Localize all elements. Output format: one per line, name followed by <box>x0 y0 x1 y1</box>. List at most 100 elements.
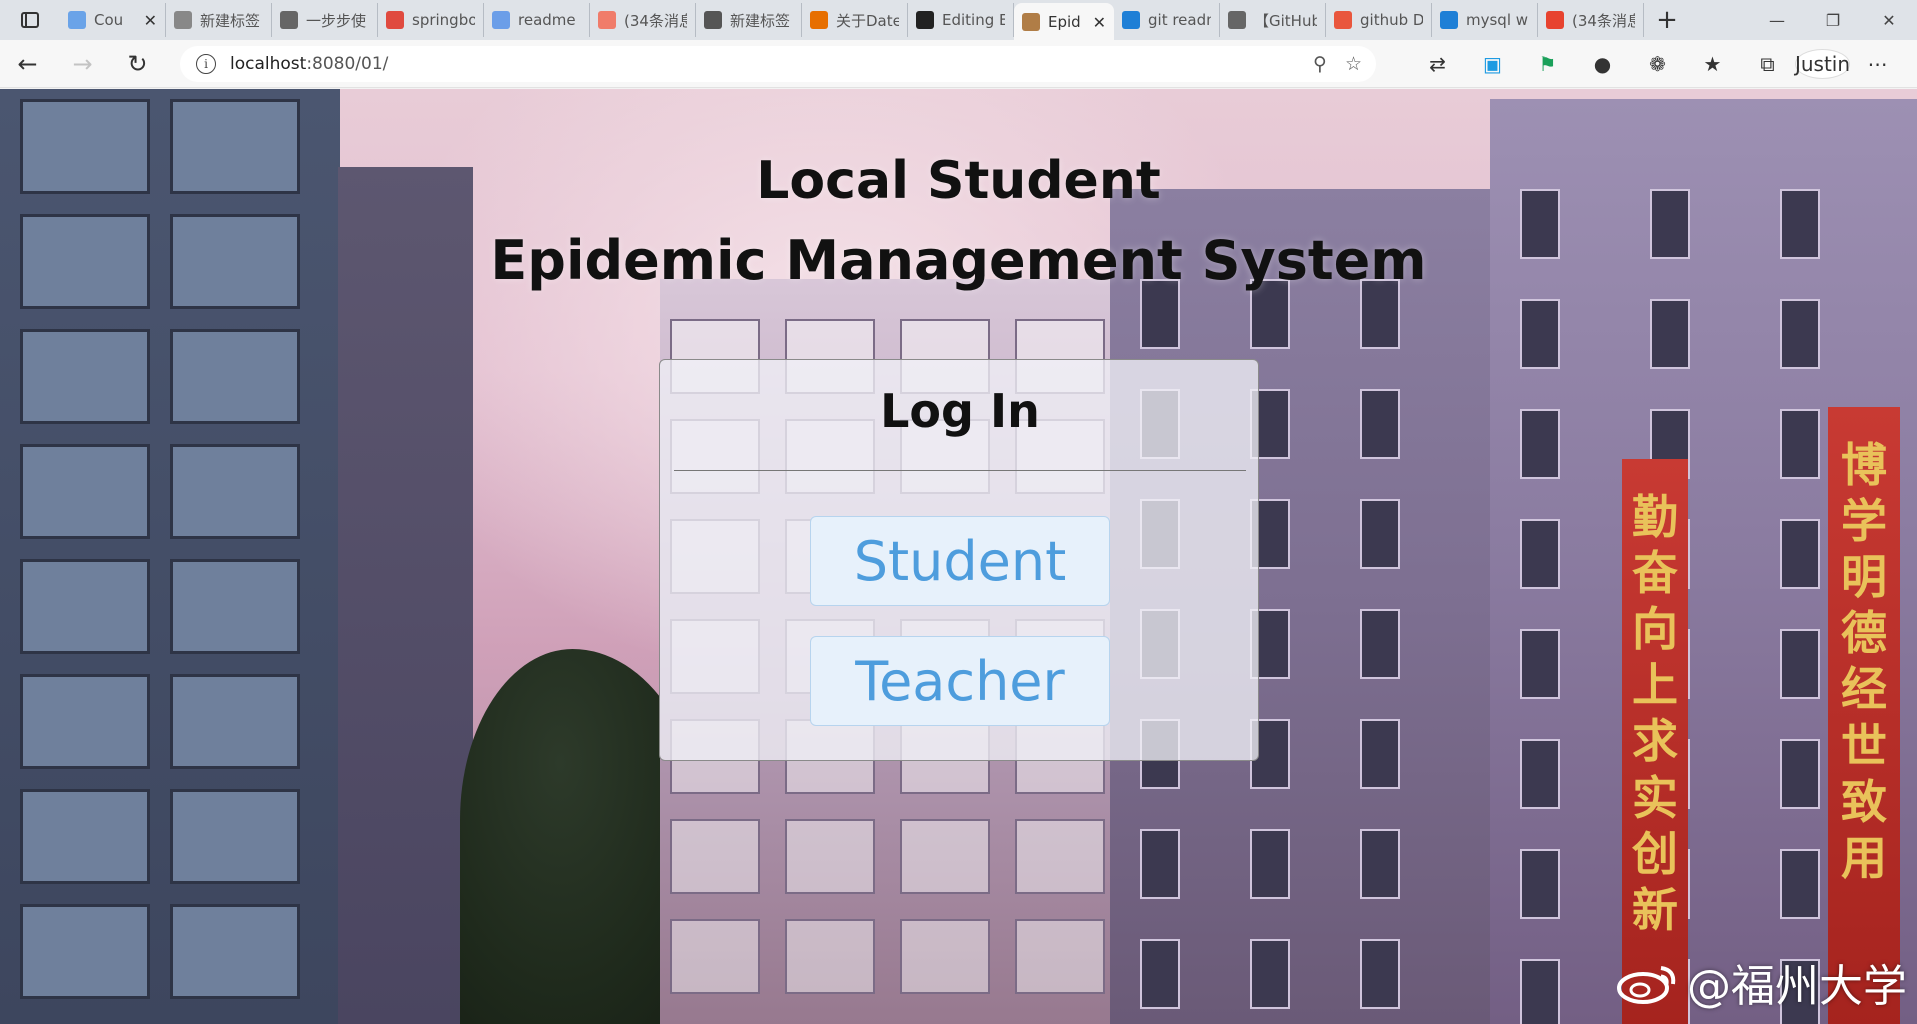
new-tab-button[interactable]: + <box>1644 0 1690 40</box>
address-bar[interactable]: i localhost:8080/01/ ⚲ ☆ <box>180 46 1376 82</box>
tab-0[interactable]: Cou ✕ <box>60 3 166 37</box>
building-window <box>20 444 150 539</box>
bilibili-extension-icon[interactable]: ▣ <box>1465 52 1520 76</box>
banner-char: 新 <box>1632 882 1678 937</box>
building-window <box>20 789 150 884</box>
tab-11[interactable]: 【GitHub <box>1220 3 1326 37</box>
tab-2[interactable]: 一步步使 <box>272 3 378 37</box>
yuque-icon <box>1228 11 1246 29</box>
game-extension-icon[interactable]: ● <box>1575 52 1630 76</box>
tab-label: 新建标签 <box>730 11 791 30</box>
tab-actions-button[interactable] <box>0 0 60 40</box>
building-window <box>170 789 300 884</box>
building-window <box>1360 499 1400 569</box>
github-icon <box>916 11 934 29</box>
tab-label: springbo <box>412 11 475 29</box>
banner-char: 博 <box>1841 438 1887 492</box>
url-host: localhost <box>230 54 307 74</box>
refresh-icon[interactable]: ↻ <box>110 40 165 88</box>
bing-icon <box>492 11 510 29</box>
url-text[interactable]: localhost:8080/01/ <box>230 54 388 74</box>
translate-extension-icon[interactable]: ⇄ <box>1410 52 1465 76</box>
building-window <box>1520 519 1560 589</box>
close-tab-icon[interactable]: ✕ <box>144 11 157 30</box>
building-window <box>1360 939 1400 1009</box>
tab-8[interactable]: Editing E <box>908 3 1014 37</box>
tab-4[interactable]: readme <box>484 3 590 37</box>
tab-label: (34条消息 <box>1572 11 1635 30</box>
tab-label: 新建标签 <box>200 11 261 30</box>
building-window <box>1780 629 1820 699</box>
building-window <box>1360 389 1400 459</box>
building-window <box>1520 629 1560 699</box>
left-brick-building <box>338 167 473 1024</box>
tab-6[interactable]: 新建标签 <box>696 3 802 37</box>
page-title-line2: Epidemic Management System <box>490 229 1427 292</box>
banner-char: 明 <box>1841 550 1887 605</box>
forward-icon[interactable]: → <box>55 40 110 88</box>
green-flag-extension-icon[interactable]: ⚑ <box>1520 52 1575 76</box>
page-title-line1: Local Student <box>756 151 1161 211</box>
balcony <box>900 919 990 994</box>
back-icon[interactable]: ← <box>0 40 55 88</box>
yuque-icon <box>280 11 298 29</box>
new-tab-icon <box>704 11 722 29</box>
bing-icon <box>1122 11 1140 29</box>
teacher-login-button[interactable]: Teacher <box>810 636 1110 726</box>
tab-9[interactable]: Epid ✕ <box>1014 3 1114 41</box>
more-menu-icon[interactable]: ⋯ <box>1850 52 1905 76</box>
tab-label: github D <box>1360 11 1423 29</box>
banner-char: 求 <box>1632 714 1678 769</box>
banner-char: 勤 <box>1632 490 1678 544</box>
collections-icon[interactable]: ⧉ <box>1740 52 1795 76</box>
tab-label: readme <box>518 11 576 29</box>
tab-label: Epid <box>1048 13 1081 31</box>
building-window <box>170 904 300 999</box>
divider <box>674 470 1246 471</box>
building-window <box>20 904 150 999</box>
banner-char: 学 <box>1841 494 1887 549</box>
colorful-grid-icon <box>68 11 86 29</box>
java-icon <box>810 11 828 29</box>
building-window <box>1520 409 1560 479</box>
balcony <box>1015 919 1105 994</box>
student-login-button[interactable]: Student <box>810 516 1110 606</box>
tab-label: 关于Date <box>836 11 899 30</box>
tab-5[interactable]: (34条消息 <box>590 3 696 37</box>
tab-13[interactable]: mysql w <box>1432 3 1538 37</box>
bing-icon <box>1440 11 1458 29</box>
building-window <box>1780 739 1820 809</box>
tab-list: Cou ✕ 新建标签 一步步使 springbo readme (34条消息 新建标签 关于Da… <box>60 0 1644 41</box>
close-tab-icon[interactable]: ✕ <box>1093 13 1106 32</box>
building-window <box>1520 849 1560 919</box>
minimize-icon[interactable]: — <box>1749 0 1805 40</box>
profile-button[interactable]: Justin <box>1795 49 1850 79</box>
banner-char: 致 <box>1841 774 1887 829</box>
building-window <box>1780 849 1820 919</box>
site-info-icon[interactable]: i <box>196 54 216 74</box>
jianshu-icon <box>1334 11 1352 29</box>
banner-char: 德 <box>1841 606 1887 661</box>
favorites-icon[interactable]: ★ <box>1685 52 1740 76</box>
tab-label: git readn <box>1148 11 1211 29</box>
tab-14[interactable]: (34条消息 <box>1538 3 1644 37</box>
restore-icon[interactable]: ❐ <box>1805 0 1861 40</box>
building-window <box>1520 739 1560 809</box>
building-window <box>170 444 300 539</box>
tab-label: 一步步使 <box>306 11 367 30</box>
tab-12[interactable]: github D <box>1326 3 1432 37</box>
tab-10[interactable]: git readn <box>1114 3 1220 37</box>
tab-7[interactable]: 关于Date <box>802 3 908 37</box>
close-window-icon[interactable]: ✕ <box>1861 0 1917 40</box>
add-favorite-icon[interactable]: ☆ <box>1345 53 1362 75</box>
tab-1[interactable]: 新建标签 <box>166 3 272 37</box>
building-window <box>1650 299 1690 369</box>
tab-3[interactable]: springbo <box>378 3 484 37</box>
building-window <box>1140 829 1180 899</box>
login-heading: Log In <box>880 384 1040 438</box>
extensions-icon[interactable]: ❁ <box>1630 52 1685 76</box>
building-window <box>20 329 150 424</box>
zoom-out-icon[interactable]: ⚲ <box>1313 53 1327 75</box>
window-controls: — ❐ ✕ <box>1749 0 1917 40</box>
weibo-logo-icon <box>1617 966 1676 1004</box>
